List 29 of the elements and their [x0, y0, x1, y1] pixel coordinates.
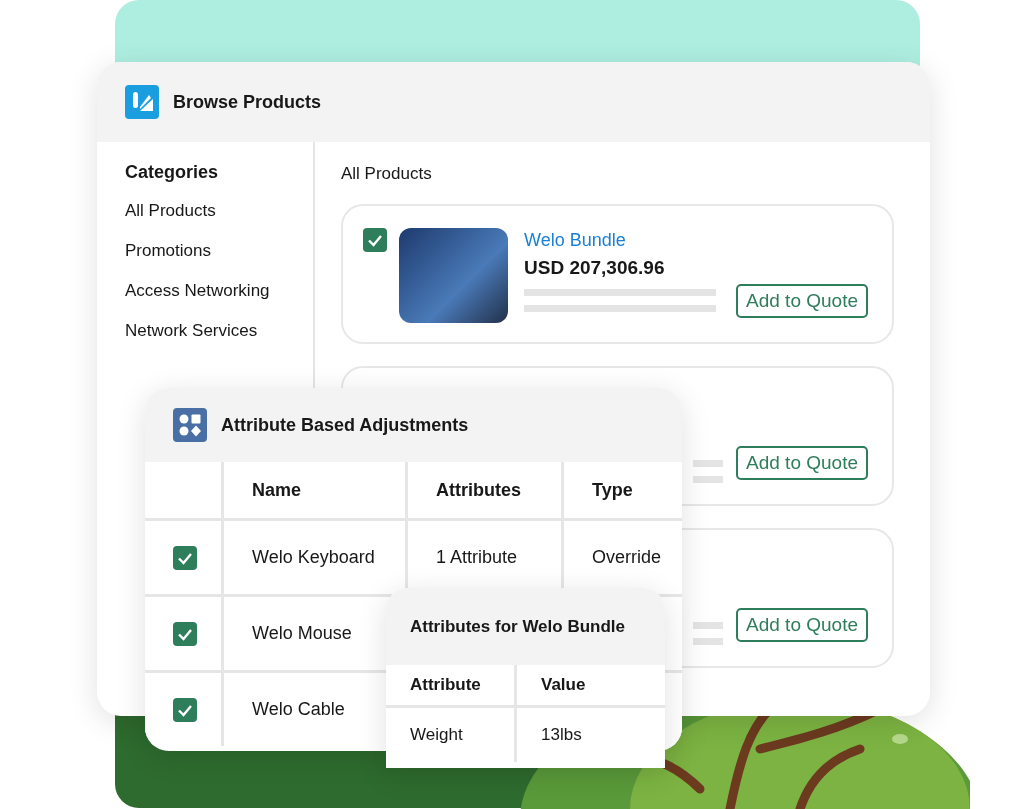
window-title: Attribute Based Adjustments: [221, 414, 469, 436]
table-cell: Override: [564, 521, 682, 594]
table-cell: Weight: [386, 708, 514, 762]
section-title: All Products: [341, 164, 433, 184]
add-to-quote-button[interactable]: Add to Quote: [736, 284, 868, 318]
category-item[interactable]: Access Networking: [125, 281, 313, 321]
checkbox[interactable]: [173, 621, 197, 646]
category-item[interactable]: Promotions: [125, 241, 313, 281]
product-price: USD 207,306.96: [524, 257, 666, 279]
sidebar-heading: Categories: [125, 162, 220, 183]
add-to-quote-button[interactable]: Add to Quote: [736, 608, 868, 642]
column-header: Attribute: [386, 665, 514, 705]
app-logo-icon: [125, 85, 159, 119]
window-title: Browse Products: [173, 91, 322, 113]
checkbox[interactable]: [363, 228, 387, 252]
category-item[interactable]: All Products: [125, 201, 313, 241]
checkbox[interactable]: [173, 545, 197, 570]
table-cell: 13lbs: [517, 708, 665, 762]
category-item[interactable]: Network Services: [125, 321, 313, 361]
add-to-quote-button[interactable]: Add to Quote: [736, 446, 868, 480]
column-header: Attributes: [408, 462, 561, 518]
column-header: Name: [224, 462, 405, 518]
checkbox[interactable]: [173, 697, 197, 722]
popup-title: Attributes for Welo Bundle: [386, 588, 665, 665]
column-header: Type: [564, 462, 682, 518]
product-link[interactable]: Welo Bundle: [524, 230, 868, 251]
column-header: Value: [517, 665, 665, 705]
shapes-icon: [173, 408, 207, 442]
table-cell: Welo Keyboard: [224, 521, 405, 594]
